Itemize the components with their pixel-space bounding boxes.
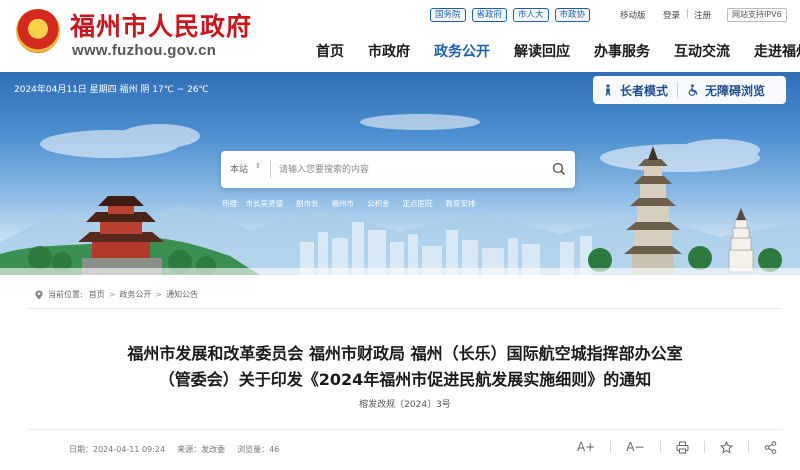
ipv6-badge: 网站支持IPV6	[727, 8, 787, 22]
hot-search-item[interactable]: 副市长	[296, 198, 319, 209]
star-icon	[719, 440, 733, 454]
accessible-browse-label: 无障碍浏览	[705, 83, 766, 98]
hot-search-label: 热搜:	[222, 199, 240, 208]
nav-interaction[interactable]: 互动交流	[674, 41, 730, 61]
nav-city-government[interactable]: 市政府	[368, 41, 410, 61]
hot-search-item[interactable]: 公积金	[367, 198, 390, 209]
national-emblem-logo: ★	[16, 9, 60, 53]
divider	[28, 429, 782, 430]
hero-banner: 2024年04月11日 星期四 福州 阴 17℃ ~ 26℃ 长者模式 无障碍浏…	[0, 72, 800, 275]
date-weather: 2024年04月11日 星期四 福州 阴 17℃ ~ 26℃	[14, 85, 209, 95]
hot-search-item[interactable]: 市长吴贤德	[246, 198, 284, 209]
top-link-state-council[interactable]: 国务院	[430, 8, 466, 22]
accessibility-bar: 长者模式 无障碍浏览	[593, 76, 786, 104]
article-meta: 日期：2024-04-11 09:24 来源：发改委 浏览量：46	[69, 444, 291, 455]
article-panel: 当前位置: 首页 > 政务公开 > 通知公告 福州市发展和改革委员会 福州市财政…	[28, 275, 782, 470]
breadcrumb-label: 当前位置:	[48, 290, 83, 299]
breadcrumb-notices[interactable]: 通知公告	[166, 289, 198, 300]
top-link-cppcc[interactable]: 市政协	[554, 8, 591, 22]
font-decrease-button[interactable]: A−	[626, 440, 644, 454]
elder-mode-label: 长者模式	[620, 83, 669, 98]
divider	[28, 308, 782, 309]
hot-search-item[interactable]: 教育安排	[446, 198, 476, 209]
nav-about-fuzhou[interactable]: 走进福州	[754, 41, 800, 61]
hot-search: 热搜: 市长吴贤德 副市长 福州市 公积金 定点医院 教育安排	[222, 198, 489, 209]
divider	[659, 441, 661, 453]
divider	[747, 441, 749, 453]
nav-interpretation[interactable]: 解读回应	[514, 41, 570, 61]
breadcrumb: 当前位置: 首页 > 政务公开 > 通知公告	[34, 289, 198, 300]
divider	[610, 441, 612, 453]
hot-search-item[interactable]: 定点医院	[403, 198, 433, 209]
nav-home[interactable]: 首页	[316, 41, 344, 61]
wheelchair-icon	[688, 84, 698, 96]
site-title[interactable]: 福州市人民政府	[70, 7, 252, 43]
nav-services[interactable]: 办事服务	[594, 41, 650, 61]
top-links: 国务院 省政府 市人大 市政协	[430, 8, 596, 22]
site-domain: www.fuzhou.gov.cn	[72, 42, 217, 59]
divider	[270, 160, 271, 178]
elder-mode-button[interactable]: 长者模式	[593, 82, 668, 99]
location-pin-icon	[35, 290, 43, 299]
article-source: 来源：发改委	[177, 445, 226, 454]
search-scope-select[interactable]: 本站	[230, 162, 248, 175]
breadcrumb-separator: >	[155, 290, 163, 299]
favorite-button[interactable]	[719, 440, 733, 454]
breadcrumb-gov-affairs[interactable]: 政务公开	[119, 289, 151, 300]
font-increase-button[interactable]: A+	[577, 440, 595, 454]
divider	[703, 441, 705, 453]
top-link-peoples-congress[interactable]: 市人大	[513, 8, 549, 22]
article-title-line: （管委会）关于印发《2024年福州市促进民航发展实施细则》的通知	[158, 370, 652, 389]
site-header: ★ 福州市人民政府 www.fuzhou.gov.cn 国务院 省政府 市人大 …	[0, 0, 800, 72]
main-nav: 首页 市政府 政务公开 解读回应 办事服务 互动交流 走进福州	[316, 41, 800, 61]
breadcrumb-separator: >	[108, 290, 116, 299]
share-button[interactable]	[764, 440, 777, 454]
breadcrumb-home[interactable]: 首页	[89, 289, 105, 300]
print-button[interactable]	[676, 441, 689, 454]
article-title-line: 福州市发展和改革委员会 福州市财政局 福州（长乐）国际航空城指挥部办公室	[127, 344, 683, 363]
elder-icon	[605, 84, 611, 96]
document-number: 榕发改规〔2024〕3号	[359, 400, 451, 410]
search-input[interactable]	[279, 160, 539, 179]
divider: |	[686, 9, 689, 19]
accessible-browse-button[interactable]: 无障碍浏览	[678, 82, 765, 99]
search-icon[interactable]	[552, 162, 566, 176]
nav-government-affairs[interactable]: 政务公开	[434, 41, 490, 61]
updown-caret-icon[interactable]: ⇕	[255, 162, 261, 170]
share-icon	[764, 440, 776, 454]
login-link[interactable]: 登录	[663, 9, 680, 21]
print-icon	[676, 441, 689, 453]
mobile-version-link[interactable]: 移动版	[620, 9, 646, 21]
article-title: 福州市发展和改革委员会 福州市财政局 福州（长乐）国际航空城指挥部办公室 （管委…	[28, 341, 782, 393]
publish-date: 日期：2024-04-11 09:24	[69, 445, 166, 454]
hot-search-item[interactable]: 福州市	[332, 198, 355, 209]
top-link-provincial-gov[interactable]: 省政府	[471, 8, 508, 22]
register-link[interactable]: 注册	[694, 9, 711, 21]
search-box: 本站 ⇕	[221, 151, 575, 188]
view-count: 浏览量：46	[237, 445, 280, 454]
article-tools: A+ A−	[577, 440, 792, 454]
